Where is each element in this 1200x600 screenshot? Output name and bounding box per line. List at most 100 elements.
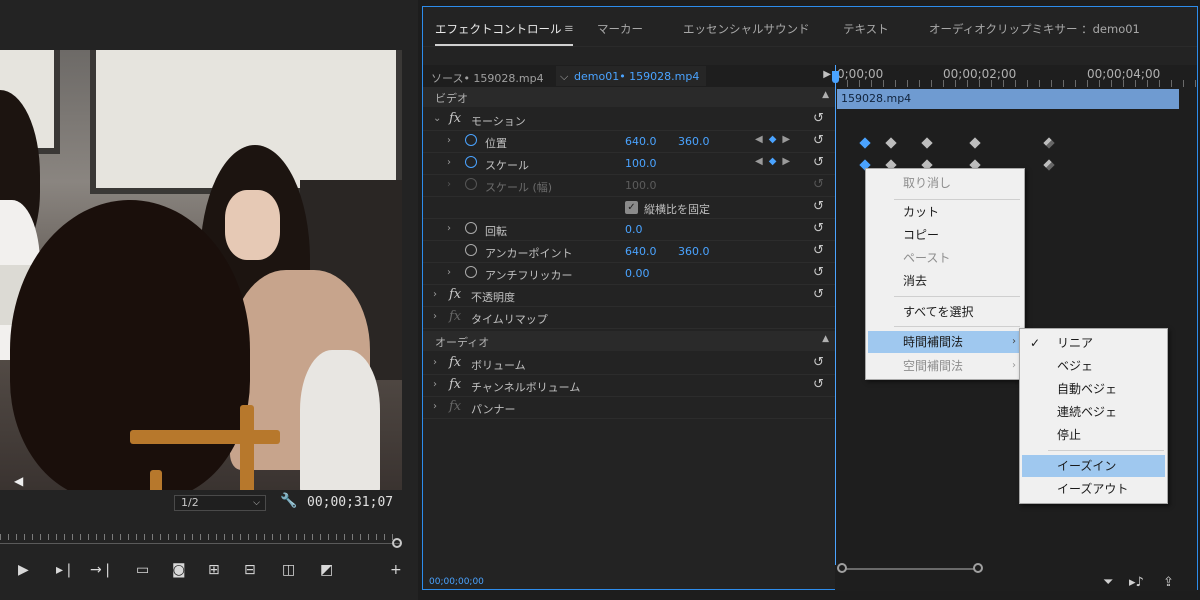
stopwatch-icon[interactable] xyxy=(465,156,477,168)
keyframe-navigator[interactable]: ◀◆▶ xyxy=(755,134,796,145)
camera-icon[interactable]: ◙ xyxy=(172,560,186,580)
insert-icon[interactable]: ⊞ xyxy=(208,560,220,580)
loop-audio-icon[interactable]: ▸♪ xyxy=(1129,575,1144,590)
wrench-icon[interactable]: 🔧 xyxy=(280,493,297,509)
keyframe[interactable] xyxy=(969,137,981,149)
monitor-time-ruler[interactable] xyxy=(0,528,400,542)
reset-icon[interactable]: ↺ xyxy=(813,377,824,392)
tab-effect-controls[interactable]: エフェクトコントロール xyxy=(435,21,562,37)
fx-icon[interactable]: fx xyxy=(449,377,461,392)
submenu-item-continuous-bezier[interactable]: 連続ベジェ xyxy=(1022,401,1165,423)
menu-item-undo[interactable]: 取り消し xyxy=(868,172,1022,194)
effect-row-opacity[interactable]: › fx 不透明度 ↺ xyxy=(423,285,835,307)
menu-item-temporal-interpolation[interactable]: 時間補間法 › xyxy=(868,331,1022,353)
chevron-right-icon[interactable]: › xyxy=(433,311,437,322)
submenu-item-linear[interactable]: ✓ リニア xyxy=(1022,332,1165,354)
chevron-right-icon[interactable]: › xyxy=(433,357,437,368)
submenu-item-ease-in[interactable]: イーズイン xyxy=(1022,455,1165,477)
keyframe[interactable] xyxy=(859,137,871,149)
chevron-right-icon[interactable]: › xyxy=(433,379,437,390)
scroll-track[interactable] xyxy=(841,568,981,570)
menu-item-clear[interactable]: 消去 xyxy=(868,270,1022,292)
reset-icon[interactable]: ↺ xyxy=(813,355,824,370)
clip-bar[interactable]: 159028.mp4 xyxy=(837,89,1179,109)
submenu-item-auto-bezier[interactable]: 自動ベジェ xyxy=(1022,378,1165,400)
scale-value[interactable]: 100.0 xyxy=(625,157,657,170)
anti-flicker-value[interactable]: 0.00 xyxy=(625,267,650,280)
chevron-right-icon[interactable]: › xyxy=(447,157,451,168)
reset-icon[interactable]: ↺ xyxy=(813,243,824,258)
play-icon[interactable]: ▶ xyxy=(18,560,29,580)
menu-item-copy[interactable]: コピー xyxy=(868,224,1022,246)
scroll-handle-right[interactable] xyxy=(973,563,983,573)
add-button-icon[interactable]: + xyxy=(390,560,402,580)
zoom-select[interactable]: 1/2 ⌵ xyxy=(174,495,266,511)
menu-item-cut[interactable]: カット xyxy=(868,201,1022,223)
scroll-handle-left[interactable] xyxy=(837,563,847,573)
chevron-down-icon[interactable]: ⌄ xyxy=(433,113,441,124)
effect-row-time-remap[interactable]: › fx タイムリマップ xyxy=(423,307,835,329)
anchor-y-value[interactable]: 360.0 xyxy=(678,245,710,258)
fx-icon[interactable]: fx xyxy=(449,111,461,126)
chevron-right-icon[interactable]: › xyxy=(447,267,451,278)
fx-icon[interactable]: fx xyxy=(449,287,461,302)
tab-essential-sound[interactable]: エッセンシャルサウンド xyxy=(683,21,810,37)
submenu-item-hold[interactable]: 停止 xyxy=(1022,424,1165,446)
stopwatch-icon[interactable] xyxy=(465,222,477,234)
effect-row-panner[interactable]: › fx パンナー xyxy=(423,397,835,419)
stopwatch-icon[interactable] xyxy=(465,134,477,146)
fx-icon[interactable]: fx xyxy=(449,355,461,370)
chevron-right-icon[interactable]: › xyxy=(447,135,451,146)
keyframe[interactable] xyxy=(1043,137,1055,149)
property-row-scale[interactable]: › スケール 100.0 ◀◆▶ ↺ xyxy=(423,153,835,175)
chevron-right-icon[interactable]: › xyxy=(447,223,451,234)
chevron-right-icon[interactable]: › xyxy=(433,289,437,300)
current-timecode[interactable]: 00;00;00;00 xyxy=(429,577,484,587)
playhead-handle[interactable] xyxy=(832,71,839,83)
stopwatch-icon[interactable] xyxy=(465,244,477,256)
safe-margins-icon[interactable]: ▭ xyxy=(136,560,149,580)
reset-icon[interactable]: ↺ xyxy=(813,199,824,214)
reset-icon[interactable]: ↺ xyxy=(813,133,824,148)
reset-icon[interactable]: ↺ xyxy=(813,111,824,126)
step-forward-icon[interactable]: ▸❘ xyxy=(56,560,75,580)
stopwatch-icon[interactable] xyxy=(465,266,477,278)
play-clip-icon[interactable]: ▶ xyxy=(823,69,831,80)
submenu-item-bezier[interactable]: ベジェ xyxy=(1022,355,1165,377)
filter-icon[interactable]: ⏷ xyxy=(1103,575,1113,590)
reset-icon[interactable]: ↺ xyxy=(813,155,824,170)
chevron-right-icon[interactable]: › xyxy=(433,401,437,412)
uniform-scale-checkbox[interactable]: ✓ xyxy=(625,201,638,214)
reset-icon[interactable]: ↺ xyxy=(813,265,824,280)
reset-icon[interactable]: ↺ xyxy=(813,287,824,302)
rotation-value[interactable]: 0.0 xyxy=(625,223,643,236)
export-icon[interactable]: ⇪ xyxy=(1163,575,1174,590)
property-row-anchor-point[interactable]: アンカーポイント 640.0 360.0 ↺ xyxy=(423,241,835,263)
timeline-zoom-scrollbar[interactable] xyxy=(835,563,1197,575)
collapse-up-icon[interactable]: ▲ xyxy=(822,334,829,344)
tab-text[interactable]: テキスト xyxy=(843,21,889,37)
property-row-position[interactable]: › 位置 640.0 360.0 ◀◆▶ ↺ xyxy=(423,131,835,153)
scrub-handle[interactable] xyxy=(392,538,402,548)
playhead[interactable] xyxy=(832,65,839,565)
panel-menu-icon[interactable]: ≡ xyxy=(564,21,574,35)
keyframe-navigator[interactable]: ◀◆▶ xyxy=(755,156,796,167)
timeline-ruler[interactable]: 0;00;00 00;00;02;00 00;00;04;00 xyxy=(835,65,1197,87)
playhead-timecode[interactable]: 00;00;31;07 xyxy=(307,495,393,510)
reset-icon[interactable]: ↺ xyxy=(813,221,824,236)
tab-markers[interactable]: マーカー xyxy=(597,21,643,37)
property-row-rotation[interactable]: › 回転 0.0 ↺ xyxy=(423,219,835,241)
menu-item-spatial-interpolation[interactable]: 空間補間法 › xyxy=(868,355,1022,377)
keyframe[interactable] xyxy=(885,137,897,149)
menu-item-paste[interactable]: ペースト xyxy=(868,247,1022,269)
vr-icon[interactable]: ◩ xyxy=(320,560,333,580)
submenu-item-ease-out[interactable]: イーズアウト xyxy=(1022,478,1165,500)
prev-edge-icon[interactable]: ◀ xyxy=(14,474,23,488)
keyframe[interactable] xyxy=(921,137,933,149)
tab-audio-clip-mixer[interactable]: オーディオクリップミキサー ：demo01 xyxy=(929,21,1140,37)
property-row-anti-flicker[interactable]: › アンチフリッカー 0.00 ↺ xyxy=(423,263,835,285)
menu-item-select-all[interactable]: すべてを選択 xyxy=(868,301,1022,323)
compare-icon[interactable]: ◫ xyxy=(282,560,295,580)
position-y-value[interactable]: 360.0 xyxy=(678,135,710,148)
effect-row-volume[interactable]: › fx ボリューム ↺ xyxy=(423,353,835,375)
